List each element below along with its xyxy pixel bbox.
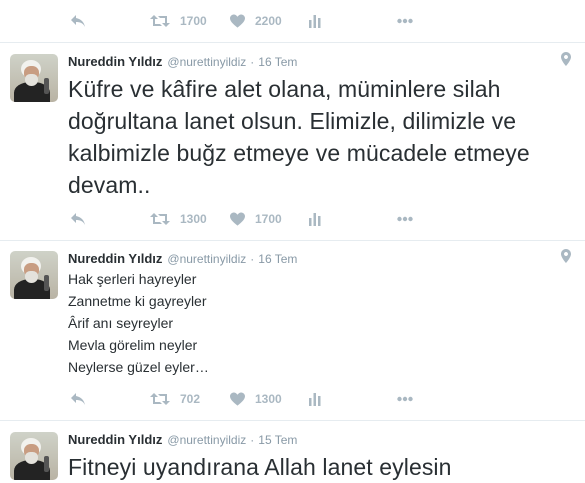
user-handle[interactable]: @nurettinyildiz [167,55,246,69]
location-pin-icon[interactable] [561,52,571,66]
retweet-icon [150,15,170,27]
retweet-count: 1300 [180,212,207,226]
tweet-header: Nureddin Yıldız @nurettinyildiz · 16 Tem [68,54,297,72]
more-button[interactable] [397,9,413,33]
reply-button[interactable] [70,9,86,33]
more-button[interactable] [397,387,413,411]
divider [0,42,585,43]
user-name[interactable]: Nureddin Yıldız [68,251,162,266]
separator-dot: · [250,55,255,69]
analytics-button[interactable] [309,9,321,33]
reply-icon [71,393,85,405]
analytics-icon [309,393,321,406]
heart-icon [230,392,245,406]
location-pin-icon[interactable] [561,249,571,263]
tweet-actions: 1300 1700 [0,207,585,231]
avatar[interactable] [10,432,58,480]
more-icon [397,396,413,402]
user-name[interactable]: Nureddin Yıldız [68,54,162,69]
tweet-header: Nureddin Yıldız @nurettinyildiz · 15 Tem [68,432,297,450]
user-handle[interactable]: @nurettinyildiz [167,252,246,266]
user-handle[interactable]: @nurettinyildiz [167,433,246,447]
divider [0,240,585,241]
user-name[interactable]: Nureddin Yıldız [68,432,162,447]
like-count: 2200 [255,14,282,28]
like-button[interactable]: 1300 [230,387,282,411]
retweet-button[interactable]: 1300 [150,207,207,231]
tweet-actions-top: 1700 2200 [0,9,585,33]
tweet-text: Fitneyi uyandırana Allah lanet eylesin [68,454,452,480]
tweet-text-line: Ârif anı seyreyler [68,315,174,331]
like-button[interactable]: 1700 [230,207,282,231]
reply-icon [71,213,85,225]
separator-dot: · [250,252,255,266]
tweet-text: Küfre ve kâfire alet olana, müminlere si… [68,76,530,198]
tweet-date[interactable]: 15 Tem [258,433,297,447]
separator-dot: · [250,433,255,447]
tweet-text-line: Hak şerleri hayreyler [68,271,197,287]
like-count: 1300 [255,392,282,406]
tweet-actions: 702 1300 [0,387,585,411]
more-button[interactable] [397,207,413,231]
retweet-icon [150,393,170,405]
more-icon [397,18,413,24]
like-button[interactable]: 2200 [230,9,282,33]
analytics-icon [309,213,321,226]
more-icon [397,216,413,222]
like-count: 1700 [255,212,282,226]
retweet-icon [150,213,170,225]
tweet-date[interactable]: 16 Tem [258,252,297,266]
retweet-button[interactable]: 702 [150,387,200,411]
analytics-icon [309,15,321,28]
retweet-count: 702 [180,392,201,406]
divider [0,420,585,421]
tweet-header: Nureddin Yıldız @nurettinyildiz · 16 Tem [68,251,297,269]
tweet-text-line: Neylerse güzel eyler… [68,359,209,375]
reply-button[interactable] [70,387,86,411]
analytics-button[interactable] [309,207,321,231]
heart-icon [230,14,245,28]
tweet-date[interactable]: 16 Tem [258,55,297,69]
retweet-count: 1700 [180,14,207,28]
reply-icon [71,15,85,27]
retweet-button[interactable]: 1700 [150,9,207,33]
tweet-text-line: Mevla görelim neyler [68,337,198,353]
tweet-text-line: Zannetme ki gayreyler [68,293,207,309]
heart-icon [230,212,245,226]
reply-button[interactable] [70,207,86,231]
analytics-button[interactable] [309,387,321,411]
avatar[interactable] [10,251,58,299]
avatar[interactable] [10,54,58,102]
